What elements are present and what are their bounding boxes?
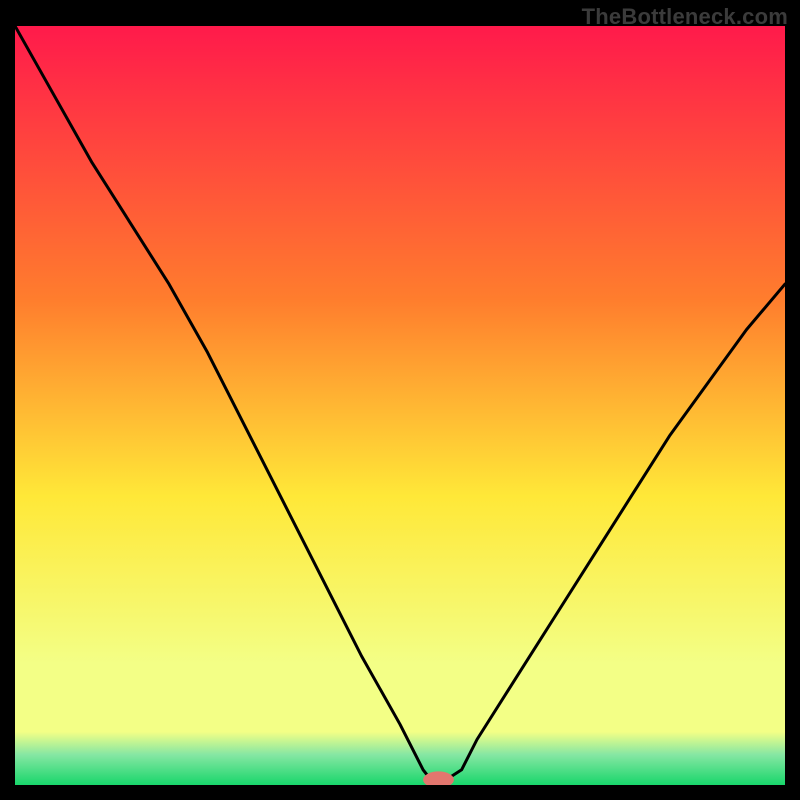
plot-area [15,26,785,785]
gradient-background [15,26,785,785]
chart-frame: TheBottleneck.com [0,0,800,800]
watermark-label: TheBottleneck.com [582,4,788,30]
bottleneck-chart-svg [15,26,785,785]
